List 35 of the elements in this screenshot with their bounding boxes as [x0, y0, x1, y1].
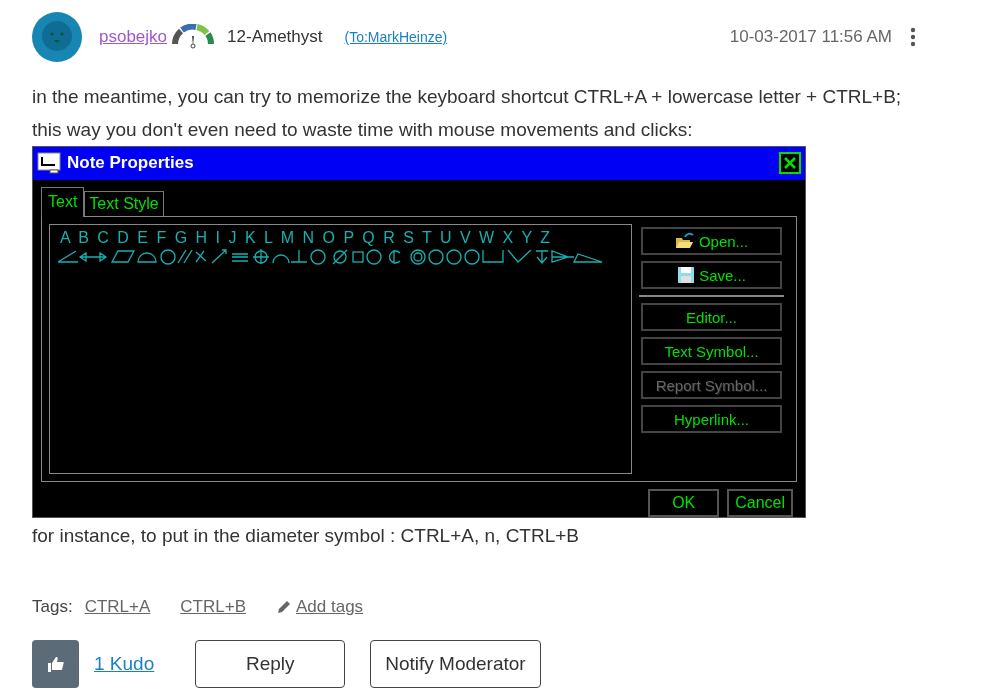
letter-row-text: A B C D E F G H I J K L M N O P Q R S T U V W X Y Z: [60, 229, 551, 248]
post-paragraph: in the meantime, you can try to memorize the keyboard shortcut CTRL+A + lowercase letter + CTRL+B; this way you don't even need to waste time with mouse movements and clicks:: [32, 85, 903, 142]
dialog-button[interactable]: Cancel: [727, 489, 793, 517]
close-icon: [783, 156, 797, 171]
thumbs-up-icon: [46, 655, 65, 673]
note-icon: [37, 152, 61, 175]
open-button[interactable]: Open...: [641, 227, 782, 256]
dialog-button[interactable]: Text Symbol...: [641, 337, 782, 366]
avatar-icon: [32, 12, 82, 62]
dialog-button[interactable]: Hyperlink...: [641, 405, 782, 434]
action-button[interactable]: Notify Moderator: [370, 640, 541, 688]
more-options-icon[interactable]: [910, 27, 916, 47]
dialog-title: Note Properties: [67, 153, 195, 174]
dialog-button[interactable]: Editor...: [641, 303, 782, 332]
close-button[interactable]: [779, 152, 801, 175]
dialog-button[interactable]: OK: [648, 489, 720, 517]
add-tags-link[interactable]: Add tags: [296, 597, 364, 617]
tag-link[interactable]: CTRL+B: [180, 597, 246, 617]
rank-label: 12-Amethyst: [227, 27, 323, 47]
action-button[interactable]: Reply: [195, 640, 346, 688]
rank-gauge-icon: [171, 24, 216, 50]
dialog-tab[interactable]: Text: [41, 187, 85, 218]
post-caption: for instance, to put in the diameter symbol : CTRL+A, n, CTRL+B: [32, 524, 581, 548]
tags-label: Tags:: [32, 597, 73, 617]
pencil-icon: [276, 599, 292, 615]
text-input-area[interactable]: A B C D E F G H I J K L M N O P Q R S T U V W X Y Z: [49, 224, 632, 474]
recipient-link[interactable]: (To:MarkHeinze): [344, 29, 448, 45]
post-timestamp: 10-03-2017 11:56 AM: [729, 27, 892, 47]
kudo-button[interactable]: [32, 640, 79, 688]
folder-icon: [674, 232, 695, 251]
kudo-count-link[interactable]: 1 Kudo: [94, 653, 155, 675]
dialog-tab[interactable]: Text Style: [84, 191, 164, 217]
username-link[interactable]: psobejko: [99, 27, 168, 47]
save-button[interactable]: Save...: [641, 261, 782, 290]
tag-link[interactable]: CTRL+A: [84, 597, 151, 617]
